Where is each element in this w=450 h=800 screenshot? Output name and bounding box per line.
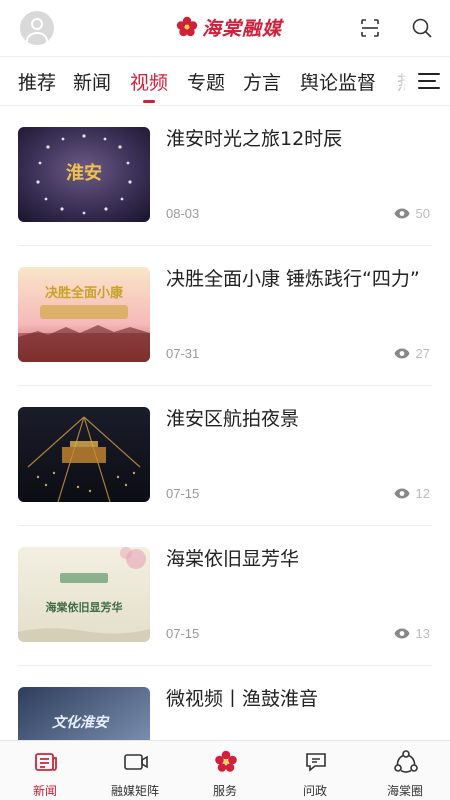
user-avatar-icon[interactable]	[20, 11, 54, 45]
video-item[interactable]: 决胜全面小康 决胜全面小康 锤炼践行“四力” 07-31 27	[18, 246, 432, 386]
video-title[interactable]: 决胜全面小康 锤炼践行“四力”	[166, 264, 428, 294]
video-title[interactable]: 海棠依旧显芳华	[166, 544, 428, 574]
eye-icon	[394, 348, 410, 359]
video-thumbnail: 海棠依旧显芳华	[18, 547, 150, 642]
video-title[interactable]: 淮安时光之旅12时辰	[166, 124, 428, 154]
view-count: 12	[394, 486, 430, 501]
nav-services[interactable]: 服务	[180, 741, 270, 800]
nav-inquiry[interactable]: 问政	[270, 741, 360, 800]
view-count: 27	[394, 346, 430, 361]
tab-recommend[interactable]: 推荐	[18, 68, 56, 95]
nav-media-matrix[interactable]: 融媒矩阵	[90, 741, 180, 800]
logo-text: 海棠融媒	[202, 17, 283, 40]
video-item[interactable]: 淮安 淮安时光之旅12时辰 08-03 50	[18, 106, 432, 246]
app-logo: 海棠融媒	[176, 12, 282, 42]
bottom-nav: 新闻 融媒矩阵 服务 问政 海棠圈	[0, 740, 450, 800]
nav-news[interactable]: 新闻	[0, 741, 90, 800]
chat-icon	[306, 753, 326, 772]
video-camera-icon	[124, 754, 148, 770]
video-list: 淮安 淮安时光之旅12时辰 08-03 50 决胜全面小康 决胜全面小康 锤炼践…	[0, 106, 450, 740]
tab-dialect[interactable]: 方言	[243, 68, 281, 95]
video-date: 07-15	[166, 486, 200, 501]
active-tab-indicator	[143, 100, 155, 103]
video-item[interactable]: 文化淮安 微视频丨渔鼓淮音	[18, 666, 432, 740]
nav-label: 服务	[212, 784, 237, 798]
video-item[interactable]: 淮安区航拍夜景 07-15 12	[18, 386, 432, 526]
tab-public-opinion[interactable]: 舆论监督	[300, 68, 376, 95]
nav-community[interactable]: 海棠圈	[360, 741, 450, 800]
app-header: 海棠融媒	[0, 0, 450, 56]
thumbnail-title: 决胜全面小康	[45, 285, 124, 301]
video-date: 08-03	[166, 206, 200, 221]
eye-icon	[394, 208, 410, 219]
menu-icon[interactable]	[408, 57, 450, 105]
scan-icon[interactable]	[358, 16, 382, 40]
video-title[interactable]: 淮安区航拍夜景	[166, 404, 428, 434]
view-count: 50	[394, 206, 430, 221]
thumbnail-title: 文化淮安	[52, 714, 110, 731]
nav-label: 融媒矩阵	[110, 784, 159, 798]
tab-news[interactable]: 新闻	[73, 68, 111, 95]
nav-label: 新闻	[32, 784, 57, 798]
nav-label: 问政	[302, 784, 327, 798]
video-date: 07-15	[166, 626, 200, 641]
nav-label: 海棠圈	[386, 784, 423, 798]
thumbnail-title: 海棠依旧显芳华	[46, 600, 123, 614]
video-thumbnail: 决胜全面小康	[18, 267, 150, 362]
begonia-flower-icon	[215, 750, 237, 772]
begonia-flower-icon	[176, 16, 198, 37]
view-count-text: 13	[415, 626, 430, 641]
eye-icon	[394, 488, 410, 499]
tab-topics[interactable]: 专题	[187, 68, 225, 95]
view-count-text: 27	[415, 346, 430, 361]
video-thumbnail: 淮安	[18, 127, 150, 222]
video-thumbnail: 文化淮安	[18, 687, 150, 740]
thumbnail-title: 淮安	[66, 162, 102, 184]
video-item[interactable]: 海棠依旧显芳华 海棠依旧显芳华 07-15 13	[18, 526, 432, 666]
view-count-text: 12	[415, 486, 430, 501]
tab-video[interactable]: 视频	[130, 68, 168, 95]
video-thumbnail	[18, 407, 150, 502]
search-icon[interactable]	[410, 16, 434, 40]
video-date: 07-31	[166, 346, 200, 361]
circle-community-icon	[394, 750, 418, 773]
eye-icon	[394, 628, 410, 639]
category-tabs: 推荐 新闻 视频 专题 方言 舆论监督 热	[0, 56, 450, 106]
view-count-text: 50	[415, 206, 430, 221]
video-title[interactable]: 微视频丨渔鼓淮音	[166, 684, 428, 714]
news-icon	[35, 753, 57, 771]
view-count: 13	[394, 626, 430, 641]
